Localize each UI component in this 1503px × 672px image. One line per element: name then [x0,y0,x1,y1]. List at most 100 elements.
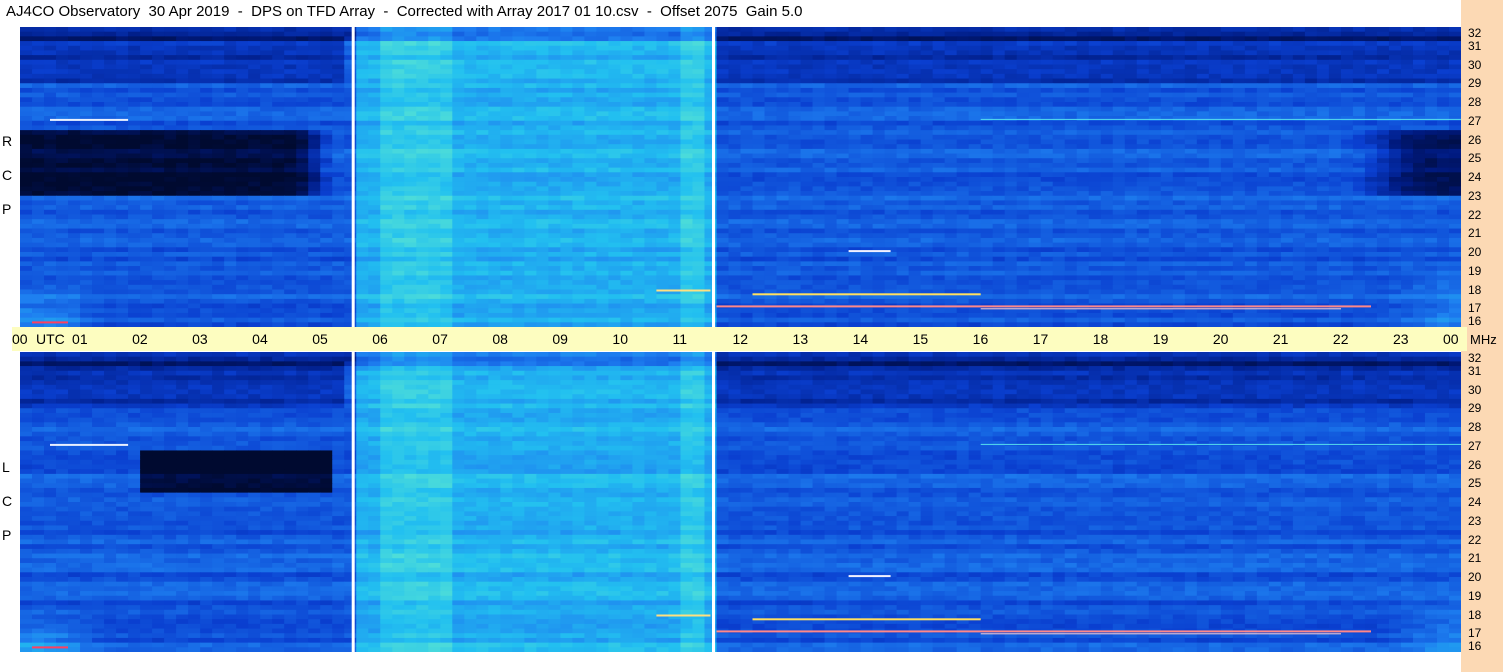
spectrogram-cell [536,167,549,173]
spectrogram-cell [1184,144,1198,150]
spectrogram-cell [320,31,333,37]
spectrogram-cell [1124,83,1138,89]
spectrogram-cell [320,45,333,52]
spectrogram-cell [1016,177,1030,183]
spectrogram-cell [1400,195,1414,202]
spectrogram-cell [1208,111,1222,117]
spectrogram-cell [44,83,57,89]
spectrogram-cell [752,177,766,183]
spectrogram-cell [764,120,778,127]
spectrogram-cell [536,87,549,94]
spectrogram-cell [296,50,309,56]
spectrogram-cell [1016,41,1030,47]
spectrogram-cell [380,97,393,103]
spectrogram-cell [104,153,117,159]
spectrogram-cell [176,209,189,216]
spectrogram-cell [632,130,646,136]
spectrogram-cell [1328,200,1342,206]
spectrogram-cell [212,27,225,33]
spectrogram-cell [176,130,189,136]
spectrogram-cell [1160,69,1174,75]
spectrogram-cell [968,148,982,155]
spectrogram-cell [464,73,477,80]
spectrogram-cell [1268,64,1282,70]
spectrogram-cell [1016,181,1030,187]
spectrogram-cell [164,97,177,103]
spectrogram-cell [1196,144,1210,150]
spectrogram-cell [1124,55,1138,61]
spectrogram-cell [584,195,597,202]
spectrogram-cell [776,31,790,37]
spectrogram-cell [332,200,345,206]
spectrogram-cell [512,200,525,206]
spectrogram-cell [788,172,802,178]
spectrogram-cell [692,158,706,164]
spectrogram-cell [368,102,381,108]
spectrogram-cell [332,167,345,173]
spectrogram-cell [908,41,922,47]
spectrogram-cell [428,27,441,33]
spectrogram-cell [920,64,934,70]
spectrogram-cell [320,83,333,89]
spectrogram-cell [1400,73,1414,80]
spectrogram-cell [1424,73,1438,80]
spectrogram-cell [500,78,513,84]
spectrogram-cell [236,200,249,206]
spectrogram-cell [764,186,778,192]
spectrogram-cell [104,120,117,127]
spectrogram-cell [20,148,33,155]
spectrogram-cell [548,87,561,94]
spectrogram-cell [704,45,718,52]
spectrogram-cell [704,162,718,169]
spectrogram-cell [476,83,489,89]
spectrogram-cell [680,64,694,70]
spectrogram-cell [584,125,597,131]
spectrogram-cell [1388,97,1402,103]
spectrogram-cell [560,214,573,220]
spectrogram-cell [764,69,778,75]
spectrogram-cell [32,50,45,56]
rcp-spectrogram [20,27,1461,327]
spectrogram-cell [956,191,970,197]
spectrogram-cell [392,191,405,197]
spectrogram-cell [680,177,694,183]
spectrogram-cell [380,200,393,206]
spectrogram-cell [812,36,826,42]
spectrogram-cell [680,120,694,127]
spectrogram-cell [248,139,261,145]
spectrogram-cell [404,120,417,127]
spectrogram-cell [584,205,597,211]
spectrogram-cell [116,205,129,211]
spectrogram-cell [56,41,69,47]
spectrogram-cell [692,64,706,70]
spectrogram-cell [716,191,730,197]
spectrogram-cell [1124,153,1138,159]
spectrogram-cell [1088,69,1102,75]
spectrogram-cell [560,153,573,159]
spectrogram-cell [572,83,585,89]
spectrogram-cell [1172,69,1186,75]
spectrogram-cell [164,148,177,155]
spectrogram-cell [1184,125,1198,131]
spectrogram-cell [1352,31,1366,37]
spectrogram-cell [1268,153,1282,159]
spectrogram-cell [1028,116,1042,122]
spectrogram-cell [1112,120,1126,127]
spectrogram-cell [1340,55,1354,61]
spectrogram-cell [800,200,814,206]
spectrogram-cell [824,87,838,94]
spectrogram-cell [1112,41,1126,47]
spectrogram-cell [788,153,802,159]
spectrogram-cell [356,130,369,136]
spectrogram-cell [272,106,285,112]
spectrogram-cell [1448,64,1461,70]
spectrogram-cell [116,41,129,47]
spectrogram-cell [1328,64,1342,70]
spectrogram-cell [776,191,790,197]
spectrogram-cell [704,116,718,122]
spectrogram-cell [884,97,898,103]
spectrogram-cell [1292,106,1306,112]
spectrogram-cell [1004,130,1018,136]
spectrogram-cell [476,172,489,178]
spectrogram-cell [1388,59,1402,66]
